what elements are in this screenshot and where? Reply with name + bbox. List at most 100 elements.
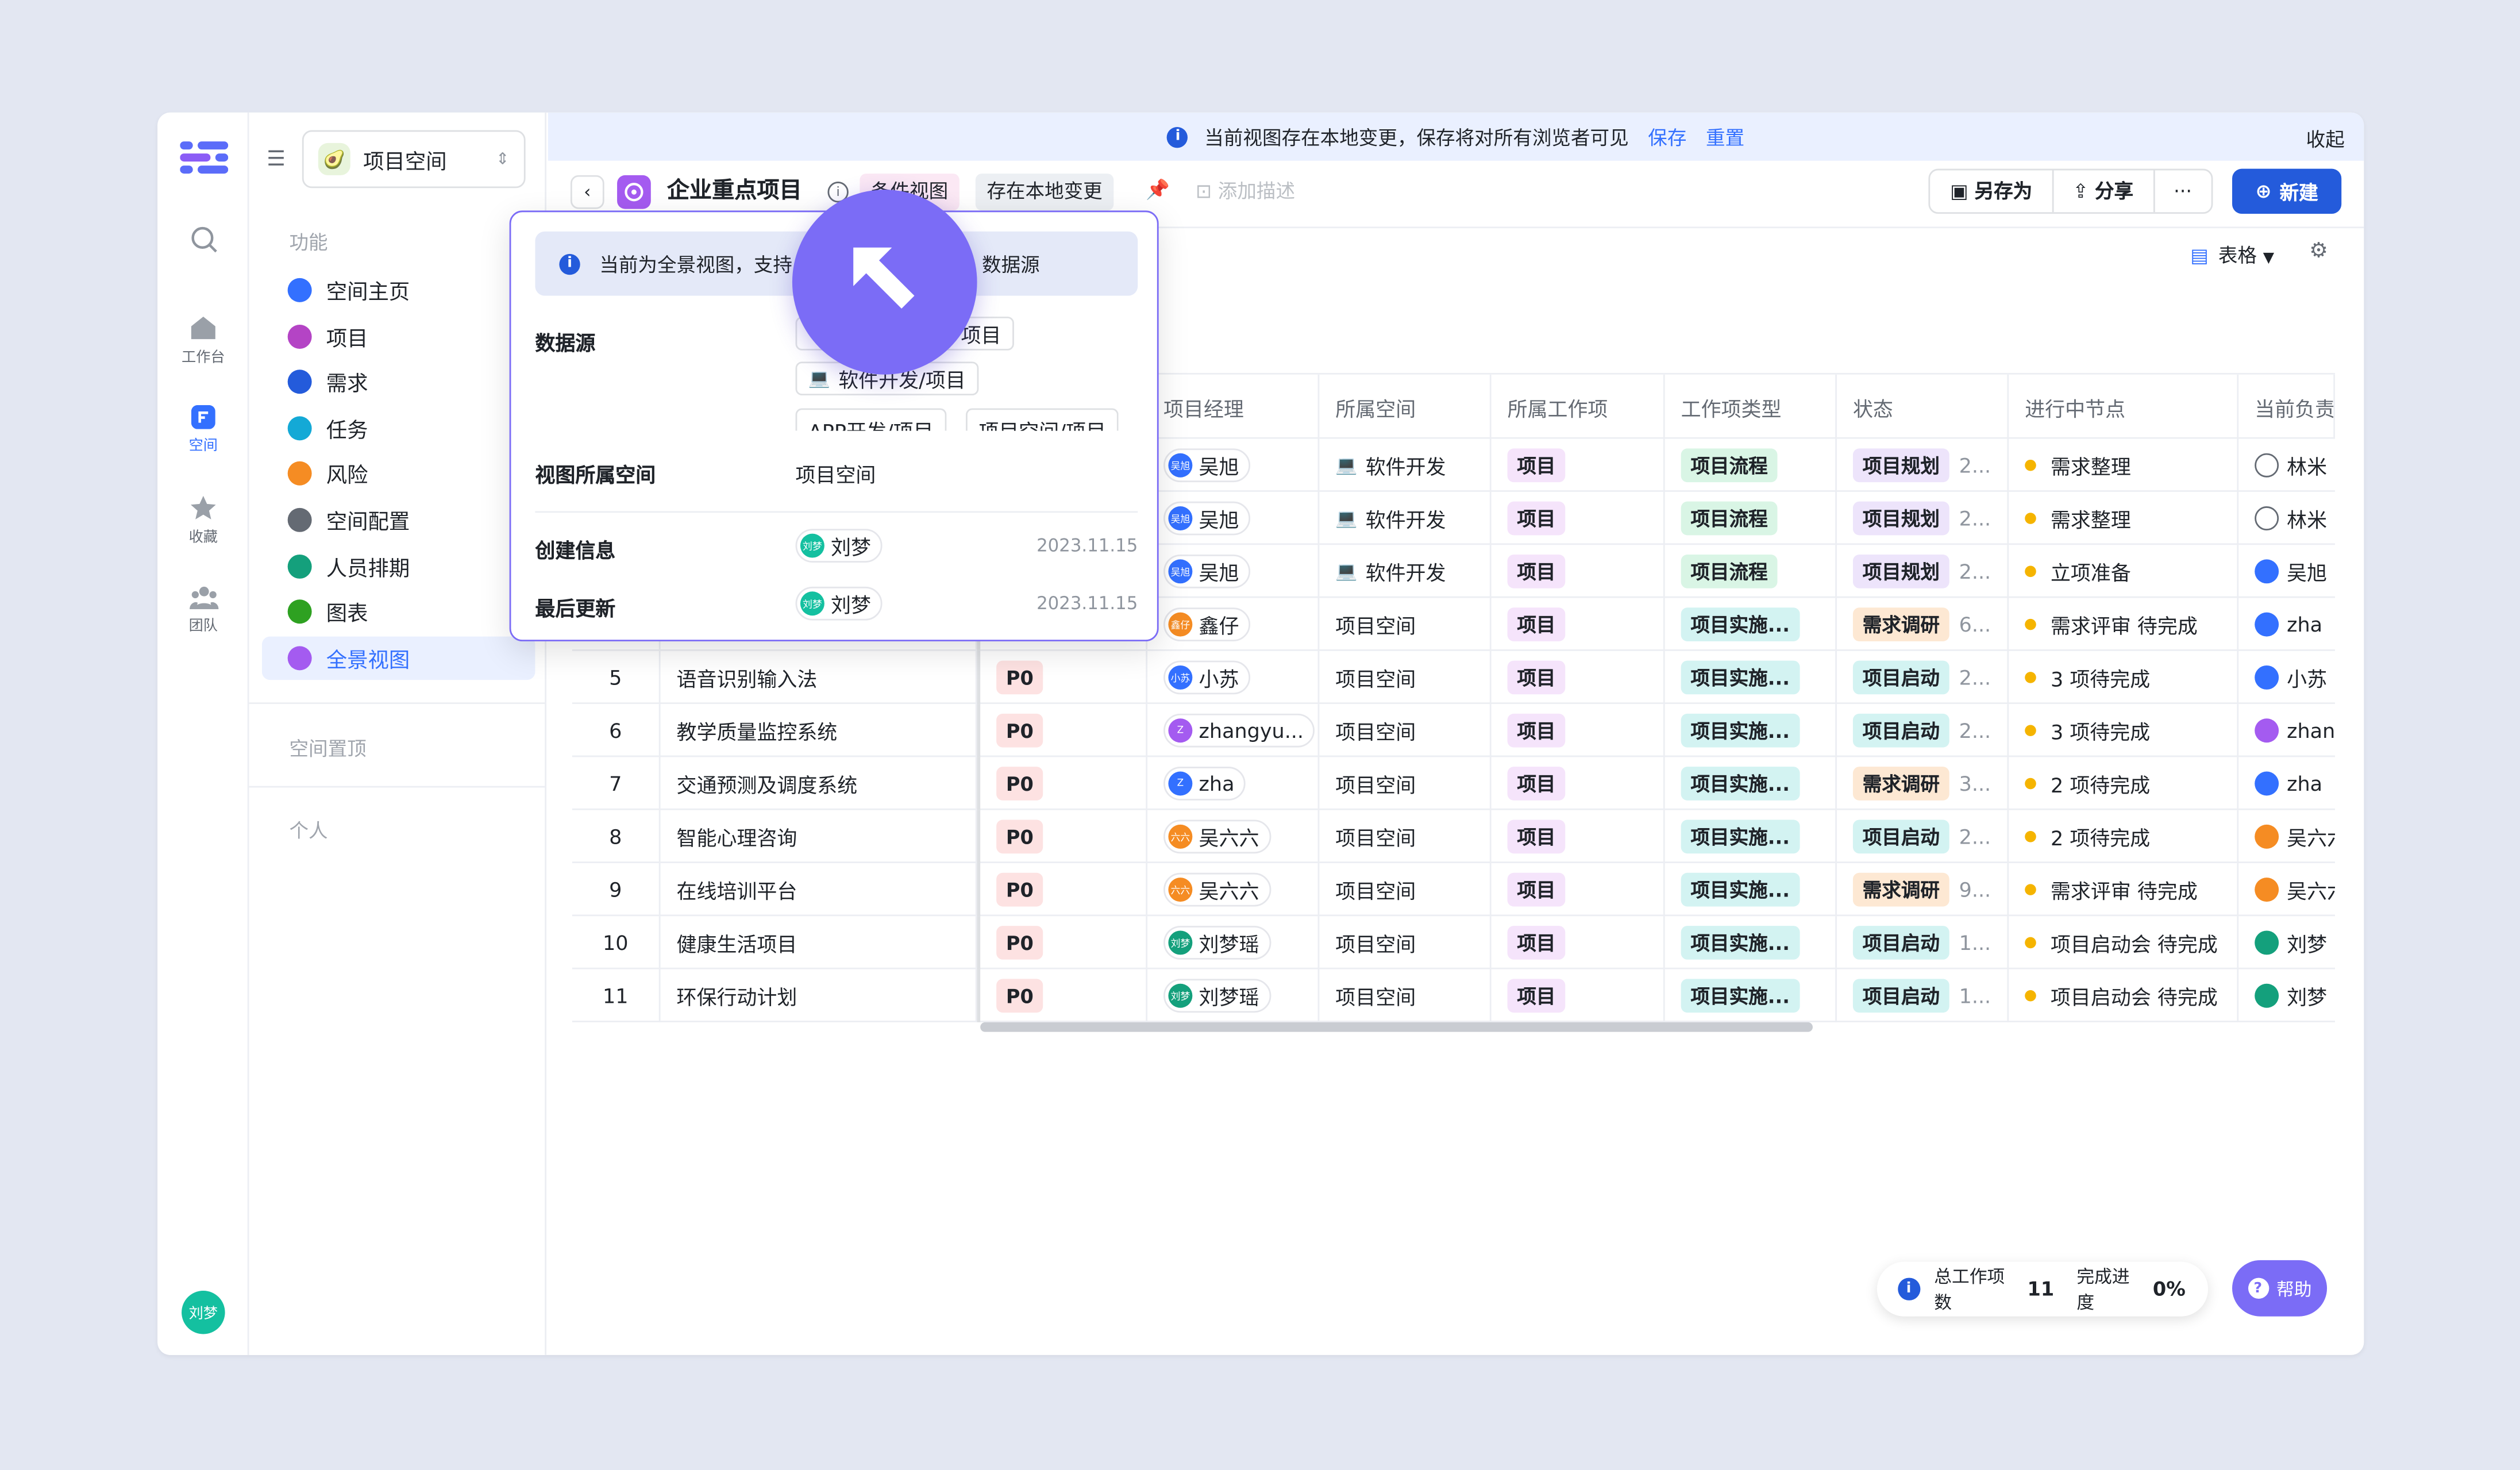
- sidebar-item[interactable]: 全景视图: [261, 636, 535, 680]
- section-personal[interactable]: 个人: [289, 817, 327, 844]
- avatar: [2255, 665, 2279, 690]
- owner-chip[interactable]: zha: [2255, 771, 2322, 796]
- team-icon: [188, 586, 218, 610]
- owner-chip[interactable]: 小苏: [2255, 662, 2327, 692]
- column-header[interactable]: 所属空间: [1319, 374, 1492, 439]
- pm-chip[interactable]: Zzha: [1163, 767, 1246, 801]
- pm-chip[interactable]: 刘梦 刘梦瑶: [1163, 926, 1271, 960]
- app-logo-icon[interactable]: [180, 138, 229, 177]
- help-button[interactable]: ? 帮助: [2232, 1260, 2328, 1317]
- sidebar-item[interactable]: 人员排期: [262, 544, 535, 588]
- pm-chip[interactable]: 小苏 小苏: [1163, 660, 1251, 695]
- status-tag[interactable]: 项目规划: [1852, 554, 1949, 588]
- project-name[interactable]: 教学质量监控系统: [661, 704, 977, 757]
- pm-chip[interactable]: 吴旭 吴旭: [1163, 554, 1251, 588]
- space-name: 项目空间: [1335, 985, 1416, 1010]
- project-name[interactable]: 在线培训平台: [661, 863, 977, 917]
- share-button[interactable]: ⇪ 分享: [2053, 170, 2155, 213]
- reset-link[interactable]: 重置: [1706, 123, 1744, 151]
- column-header[interactable]: 进行中节点: [2009, 374, 2239, 439]
- rail-item-space[interactable]: 空间: [157, 405, 249, 455]
- table-row[interactable]: 6 教学质量监控系统 P0 Zzhangyu... 项目空间 项目 项目实施... 项目启动 2…: [572, 704, 2336, 757]
- sidebar-item[interactable]: 空间主页: [262, 268, 535, 312]
- column-header[interactable]: 状态: [1837, 374, 2009, 439]
- local-change-tag[interactable]: 存在本地变更: [975, 174, 1114, 211]
- owner-chip[interactable]: zhan: [2255, 718, 2335, 743]
- table-row[interactable]: 10 健康生活项目 P0 刘梦 刘梦瑶 项目空间 项目 项目实施... 项目启动 1... 项目启动…: [572, 916, 2336, 969]
- creator-chip[interactable]: 刘梦 刘梦: [795, 529, 883, 563]
- status-tag[interactable]: 项目启动: [1852, 926, 1949, 960]
- collapse-button[interactable]: 收起: [2306, 125, 2345, 153]
- owner-chip[interactable]: 林米: [2255, 503, 2327, 533]
- owner-chip[interactable]: 吴六六: [2255, 821, 2335, 852]
- horizontal-scrollbar[interactable]: [980, 1022, 1813, 1032]
- table-row[interactable]: 5 语音识别输入法 P0 小苏 小苏 项目空间 项目 项目实施... 项目启动 2... 3 项待完…: [572, 651, 2336, 705]
- column-header[interactable]: 工作项类型: [1665, 374, 1837, 439]
- owner-chip[interactable]: 林米: [2255, 450, 2327, 480]
- collapse-sidebar-icon[interactable]: ☰: [267, 148, 286, 172]
- rail-item-team[interactable]: 团队: [157, 585, 249, 635]
- source-tag[interactable]: 项目空间/项目: [965, 408, 1119, 431]
- status-tag[interactable]: 项目启动: [1852, 713, 1949, 748]
- table-row[interactable]: 11 环保行动计划 P0 刘梦 刘梦瑶 项目空间 项目 项目实施... 项目启动 1... 项目启动…: [572, 969, 2336, 1022]
- rail-item-favorites[interactable]: 收藏: [157, 495, 249, 547]
- column-header[interactable]: 所属工作项: [1492, 374, 1665, 439]
- column-header[interactable]: 当前负责: [2238, 374, 2336, 439]
- pm-chip[interactable]: 吴旭 吴旭: [1163, 501, 1251, 536]
- owner-chip[interactable]: 刘梦: [2255, 980, 2327, 1011]
- status-tag[interactable]: 项目启动: [1852, 979, 1949, 1013]
- project-name[interactable]: 智能心理咨询: [661, 810, 977, 863]
- save-link[interactable]: 保存: [1648, 123, 1686, 151]
- workitem-tag: 项目: [1507, 448, 1566, 483]
- section-pinned[interactable]: 空间置顶: [289, 734, 366, 762]
- pm-chip[interactable]: 鑫仔 鑫仔: [1163, 607, 1251, 642]
- back-button[interactable]: ‹: [570, 175, 604, 209]
- column-header[interactable]: 项目经理: [1147, 374, 1320, 439]
- sidebar-item[interactable]: 风险: [262, 452, 535, 496]
- sidebar-item[interactable]: 空间配置: [262, 498, 535, 542]
- table-row[interactable]: 9 在线培训平台 P0 六六 吴六六 项目空间 项目 项目实施... 需求调研 9... 需求评审 …: [572, 863, 2336, 917]
- status-tag[interactable]: 项目启动: [1852, 660, 1949, 695]
- new-button[interactable]: ⊕ 新建: [2232, 168, 2342, 214]
- status-tag[interactable]: 需求调研: [1852, 872, 1949, 907]
- updater-chip[interactable]: 刘梦 刘梦: [795, 586, 883, 621]
- pin-icon[interactable]: 📌: [1146, 178, 1170, 201]
- owner-chip[interactable]: 吴旭: [2255, 556, 2327, 587]
- pm-chip[interactable]: 六六 吴六六: [1163, 872, 1271, 907]
- table-row[interactable]: 8 智能心理咨询 P0 六六 吴六六 项目空间 项目 项目实施... 项目启动 2... 2 项待完…: [572, 810, 2336, 863]
- more-button[interactable]: ···: [2155, 170, 2211, 212]
- table-row[interactable]: 7 交通预测及调度系统 P0 Zzha 项目空间 项目 项目实施... 需求调研 3... 2 项…: [572, 757, 2336, 810]
- save-as-button[interactable]: ▣ 另存为: [1931, 170, 2053, 213]
- search-icon[interactable]: [157, 225, 249, 259]
- status-tag[interactable]: 项目规划: [1852, 501, 1949, 536]
- project-name[interactable]: 环保行动计划: [661, 969, 977, 1022]
- pm-chip[interactable]: 六六 吴六六: [1163, 819, 1271, 854]
- pm-chip[interactable]: 刘梦 刘梦瑶: [1163, 979, 1271, 1013]
- gear-icon[interactable]: ⚙: [2309, 240, 2328, 264]
- pm-chip[interactable]: 吴旭 吴旭: [1163, 448, 1251, 483]
- sidebar-item[interactable]: 任务: [262, 406, 535, 450]
- owner-chip[interactable]: 吴六六: [2255, 875, 2335, 905]
- rail-item-workbench[interactable]: 工作台: [157, 315, 249, 367]
- user-avatar[interactable]: 刘梦: [182, 1290, 225, 1334]
- project-name[interactable]: 交通预测及调度系统: [661, 757, 977, 810]
- priority-tag: P0: [996, 979, 1043, 1013]
- sidebar-item[interactable]: 项目: [262, 314, 535, 358]
- view-type-select[interactable]: ▤ 表格 ▼: [2190, 241, 2274, 269]
- project-name[interactable]: 健康生活项目: [661, 916, 977, 969]
- status-tag[interactable]: 项目启动: [1852, 819, 1949, 854]
- add-description[interactable]: ⊡ 添加描述: [1196, 177, 1295, 207]
- banner-message: 当前视图存在本地变更，保存将对所有浏览者可见: [1204, 126, 1629, 149]
- sidebar-item[interactable]: 需求: [262, 360, 535, 404]
- owner-chip[interactable]: zha: [2255, 612, 2322, 637]
- status-tag[interactable]: 需求调研: [1852, 767, 1949, 801]
- view-title[interactable]: 企业重点项目: [667, 175, 802, 209]
- status-tag[interactable]: 项目规划: [1852, 448, 1949, 483]
- pm-chip[interactable]: Zzhangyu...: [1163, 713, 1315, 748]
- owner-chip[interactable]: 刘梦: [2255, 928, 2327, 958]
- status-tag[interactable]: 需求调研: [1852, 607, 1949, 642]
- workspace-selector[interactable]: 🥑 项目空间 ⇕: [302, 130, 526, 188]
- project-name[interactable]: 语音识别输入法: [661, 651, 977, 705]
- sidebar-item[interactable]: 图表: [262, 590, 535, 634]
- source-tag[interactable]: APP开发/项目: [795, 408, 946, 431]
